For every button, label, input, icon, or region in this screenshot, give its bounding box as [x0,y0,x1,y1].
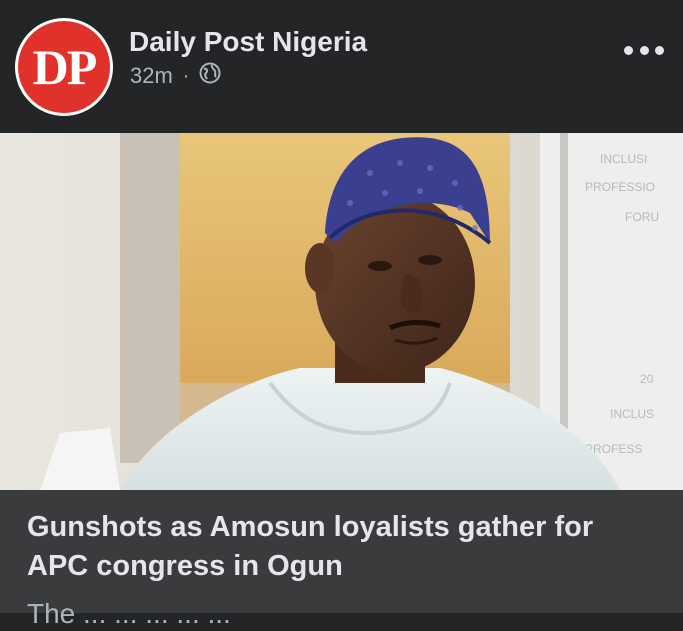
meta-separator: · [182,64,190,87]
svg-text:20: 20 [640,372,654,386]
post-header: DP Daily Post Nigeria 32m · [0,0,683,133]
post-timestamp[interactable]: 32m [130,63,173,89]
post-photo[interactable]: INCLUSI PROFESSIO FORU 20 INCLUS PROFESS [0,133,683,490]
article-headline[interactable]: Gunshots as Amosun loyalists gather for … [27,508,657,586]
svg-text:INCLUS: INCLUS [610,407,654,421]
globe-icon [199,62,221,90]
page-name-link[interactable]: Daily Post Nigeria [129,26,367,58]
svg-text:PROFESSIO: PROFESSIO [585,180,655,194]
svg-text:FORU: FORU [625,210,659,224]
article-subtitle: The ... ... ... ... ... [27,598,231,629]
post-meta: 32m · [130,62,221,90]
more-options-icon[interactable] [624,40,664,60]
link-preview[interactable]: Gunshots as Amosun loyalists gather for … [0,490,683,629]
avatar-logo: DP [18,21,110,113]
page-avatar[interactable]: DP [15,18,113,116]
svg-text:INCLUSI: INCLUSI [600,152,647,166]
